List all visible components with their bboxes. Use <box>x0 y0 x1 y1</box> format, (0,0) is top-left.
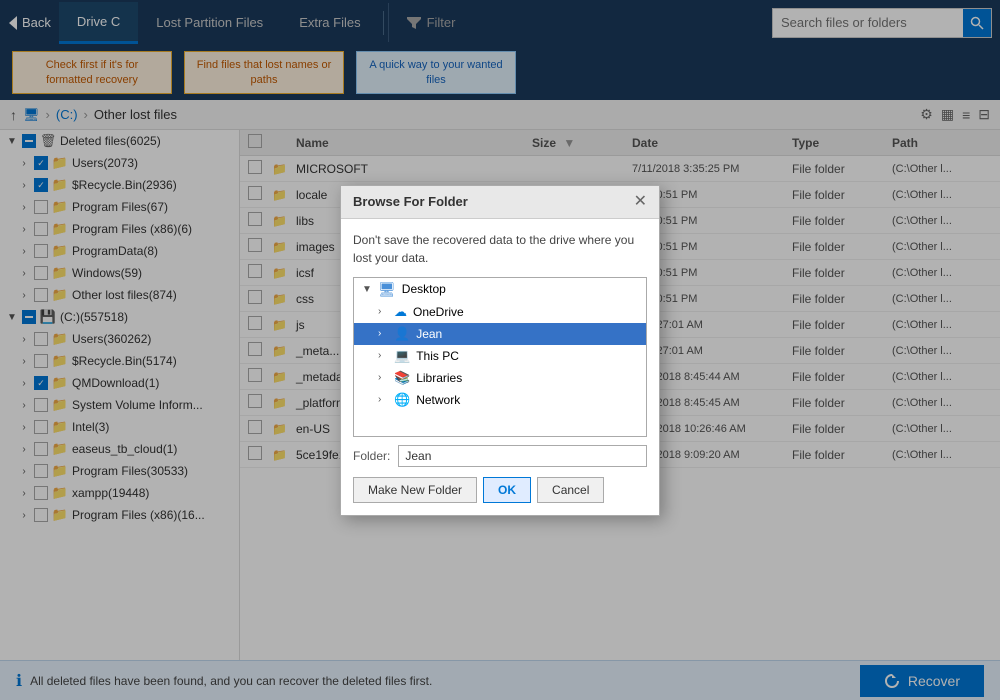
modal-item-label-onedrive: OneDrive <box>413 305 464 319</box>
modal-item-label-this-pc: This PC <box>416 349 459 363</box>
onedrive-icon: ☁ <box>394 304 407 320</box>
expand-arrow-this-pc: › <box>378 350 388 361</box>
expand-arrow-network: › <box>378 394 388 405</box>
folder-input-row: Folder: <box>353 445 647 467</box>
modal-body: Don't save the recovered data to the dri… <box>341 219 659 515</box>
modal-actions: Make New Folder OK Cancel <box>353 477 647 503</box>
modal-item-label-libraries: Libraries <box>416 371 462 385</box>
pc-icon: 💻 <box>394 348 410 364</box>
folder-label: Folder: <box>353 449 390 463</box>
modal-warning-text: Don't save the recovered data to the dri… <box>353 231 647 267</box>
ok-button[interactable]: OK <box>483 477 531 503</box>
expand-arrow-libraries: › <box>378 372 388 383</box>
modal-item-label-network: Network <box>416 393 460 407</box>
modal-tree-item-onedrive[interactable]: › ☁ OneDrive <box>354 301 646 323</box>
modal-folder-tree: ▼ 🖥 Desktop › ☁ OneDrive › 👤 Jean › 💻 <box>353 277 647 437</box>
expand-arrow-onedrive: › <box>378 306 388 317</box>
cancel-button[interactable]: Cancel <box>537 477 604 503</box>
modal-tree-item-network[interactable]: › 🌐 Network <box>354 389 646 411</box>
libraries-icon: 📚 <box>394 370 410 386</box>
expand-arrow-jean: › <box>378 328 388 339</box>
network-icon: 🌐 <box>394 392 410 408</box>
modal-item-label-jean: Jean <box>416 327 442 341</box>
modal-overlay[interactable]: Browse For Folder ✕ Don't save the recov… <box>0 0 1000 700</box>
user-icon: 👤 <box>394 326 410 342</box>
modal-tree-item-jean[interactable]: › 👤 Jean <box>354 323 646 345</box>
desktop-icon: 🖥 <box>378 281 396 298</box>
browse-folder-modal: Browse For Folder ✕ Don't save the recov… <box>340 185 660 516</box>
make-new-folder-button[interactable]: Make New Folder <box>353 477 477 503</box>
modal-item-label-desktop: Desktop <box>402 282 446 296</box>
modal-tree-item-libraries[interactable]: › 📚 Libraries <box>354 367 646 389</box>
modal-tree-item-this-pc[interactable]: › 💻 This PC <box>354 345 646 367</box>
modal-close-button[interactable]: ✕ <box>634 194 647 210</box>
folder-value-input[interactable] <box>398 445 647 467</box>
expand-arrow-desktop: ▼ <box>362 284 372 295</box>
modal-tree-item-desktop[interactable]: ▼ 🖥 Desktop <box>354 278 646 301</box>
modal-title: Browse For Folder <box>353 194 468 209</box>
modal-header: Browse For Folder ✕ <box>341 186 659 219</box>
